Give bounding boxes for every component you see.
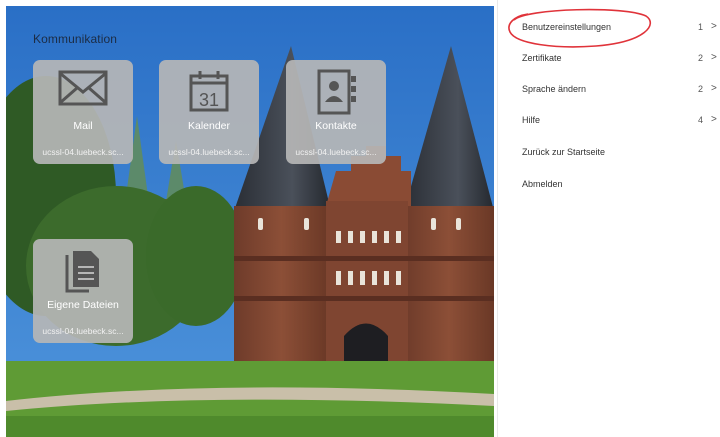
chevron-right-icon: > (711, 21, 717, 32)
menu-item-logout[interactable]: Abmelden (498, 170, 720, 198)
section-title: Kommunikation (33, 32, 118, 46)
chevron-right-icon: > (711, 52, 717, 63)
menu-item-label: Zurück zur Startseite (522, 147, 606, 157)
menu-item-label: Zertifikate (522, 53, 562, 63)
menu-item-count: 1 (698, 22, 704, 32)
chevron-right-icon: > (711, 114, 717, 125)
address-book-icon (313, 68, 359, 121)
files-icon (61, 247, 105, 300)
tile-label: Kalender (187, 120, 231, 132)
mail-icon (57, 68, 109, 115)
tile-mail[interactable]: Mail ucssl-04.luebeck.sc... (33, 60, 133, 164)
tile-calendar[interactable]: 31 Kalender ucssl-04.luebeck.sc... (159, 60, 259, 164)
chevron-right-icon: > (711, 83, 717, 94)
menu-item-user-settings[interactable]: Benutzereinstellungen 1 > (498, 13, 720, 41)
portal-background: Kommunikation Mail ucssl-04.luebeck.sc..… (6, 6, 494, 437)
user-menu-panel: Benutzereinstellungen 1 > Zertifikate 2 … (497, 0, 720, 437)
tile-host: ucssl-04.luebeck.sc... (295, 147, 377, 157)
menu-item-certificates[interactable]: Zertifikate 2 > (498, 44, 720, 72)
calendar-day-text: 31 (199, 90, 219, 110)
menu-item-change-language[interactable]: Sprache ändern 2 > (498, 75, 720, 103)
tile-label: Kontakte (315, 120, 357, 132)
tile-label: Eigene Dateien (47, 299, 119, 311)
calendar-icon: 31 (187, 68, 231, 119)
menu-item-label: Abmelden (522, 179, 563, 189)
menu-item-label: Sprache ändern (522, 84, 587, 94)
menu-item-label: Benutzereinstellungen (522, 22, 612, 32)
menu-item-label: Hilfe (522, 115, 541, 125)
tile-contacts[interactable]: Kontakte ucssl-04.luebeck.sc... (286, 60, 386, 164)
tile-label: Mail (73, 120, 93, 132)
tile-host: ucssl-04.luebeck.sc... (42, 326, 124, 336)
menu-item-count: 2 (698, 84, 704, 94)
menu-item-back-to-start[interactable]: Zurück zur Startseite (498, 138, 720, 166)
tile-own-files[interactable]: Eigene Dateien ucssl-04.luebeck.sc... (33, 239, 133, 343)
menu-item-count: 2 (698, 53, 704, 63)
tile-host: ucssl-04.luebeck.sc... (42, 147, 124, 157)
menu-item-count: 4 (698, 115, 704, 125)
menu-item-help[interactable]: Hilfe 4 > (498, 106, 720, 134)
tile-host: ucssl-04.luebeck.sc... (168, 147, 250, 157)
